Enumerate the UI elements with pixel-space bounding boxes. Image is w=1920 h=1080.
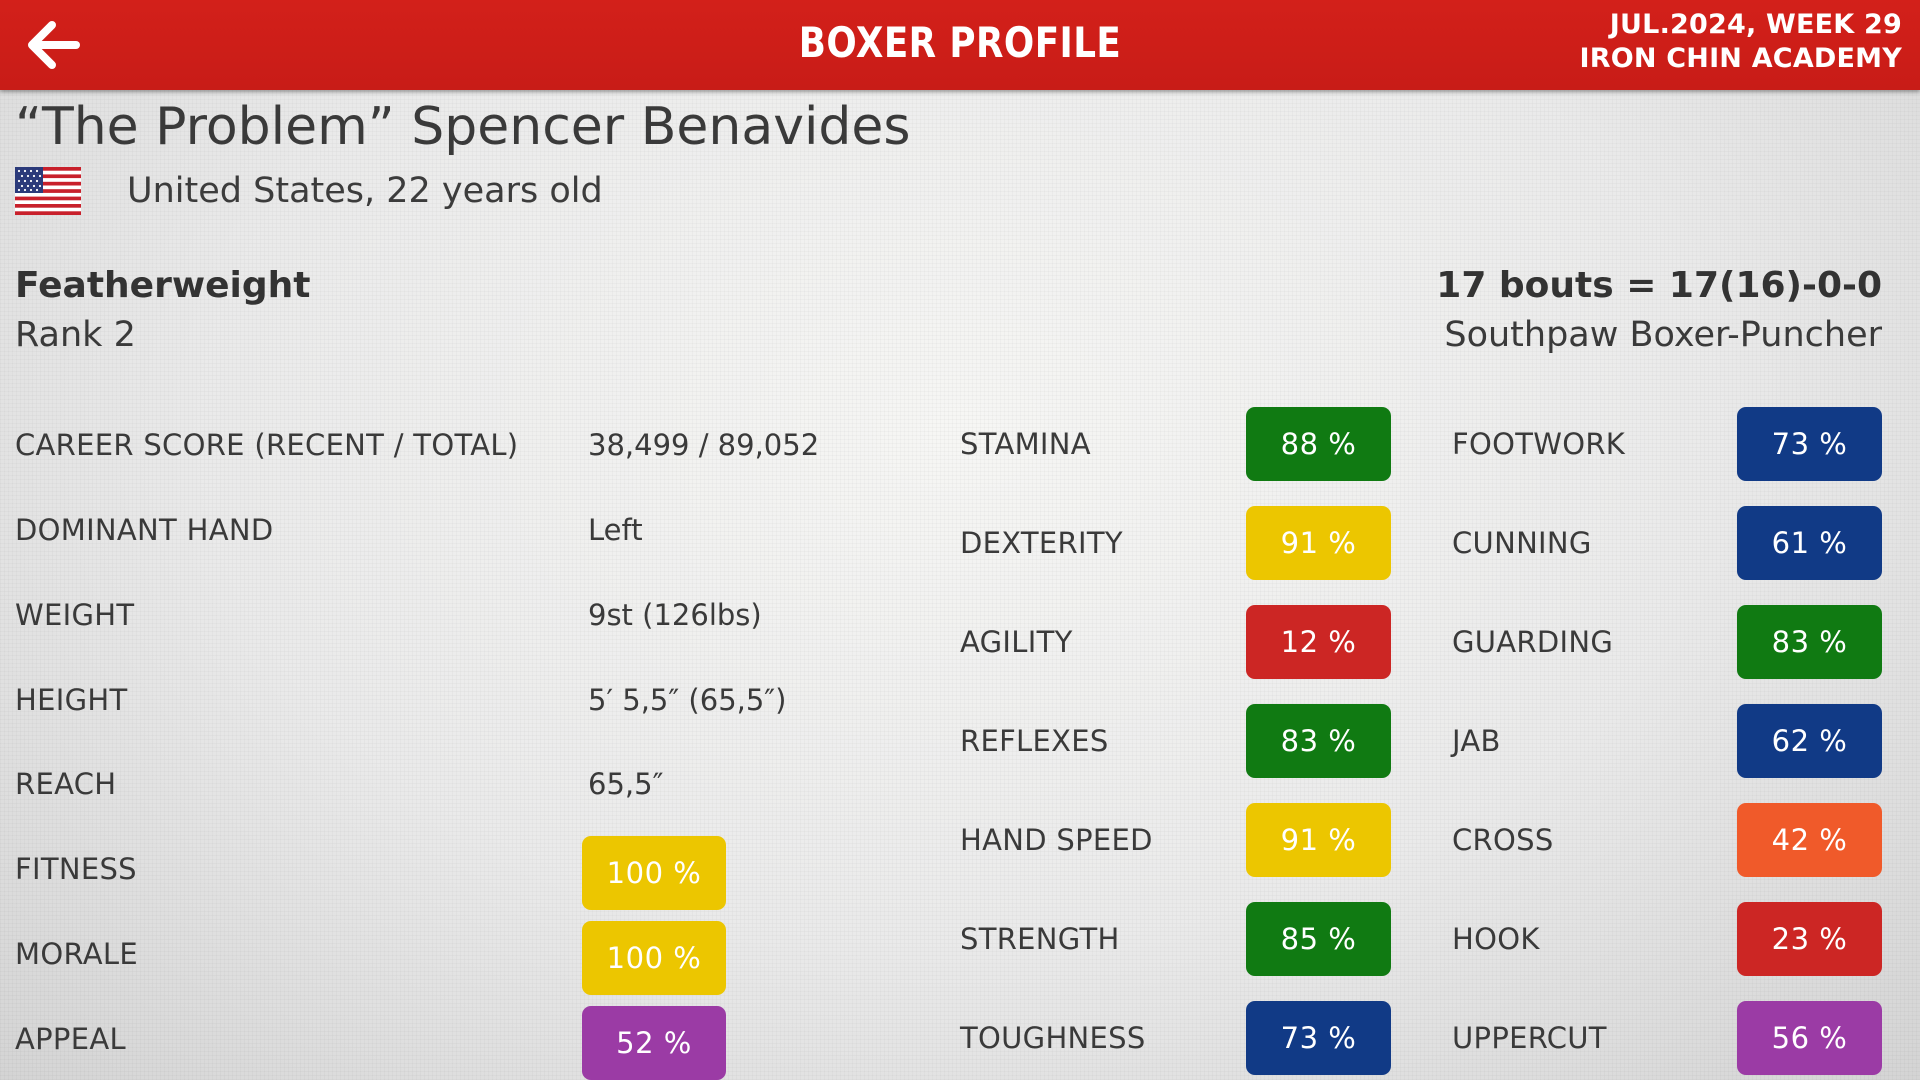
header-bar: BOXER PROFILE JUL.2024, WEEK 29 IRON CHI…: [0, 0, 1920, 90]
info-label: FITNESS: [15, 852, 137, 886]
attribute-label: STRENGTH: [960, 922, 1120, 956]
attribute-badge: 61 %: [1737, 506, 1882, 580]
info-row-reach: REACH 65,5″: [15, 759, 915, 809]
attribute-badge: 73 %: [1246, 1001, 1391, 1075]
attribute-label: JAB: [1452, 724, 1501, 758]
attribute-badge: 42 %: [1737, 803, 1882, 877]
game-date: JUL.2024, WEEK 29: [1609, 9, 1902, 40]
attribute-toughness: TOUGHNESS 73 %: [960, 1001, 1391, 1075]
info-label: CAREER SCORE (RECENT / TOTAL): [15, 428, 519, 462]
attribute-label: TOUGHNESS: [960, 1021, 1146, 1055]
info-row-dominant-hand: DOMINANT HAND Left: [15, 505, 915, 555]
attribute-badge: 62 %: [1737, 704, 1882, 778]
attribute-hook: HOOK 23 %: [1452, 902, 1882, 976]
page-title: BOXER PROFILE: [798, 18, 1122, 67]
attribute-dexterity: DEXTERITY 91 %: [960, 506, 1391, 580]
info-label: APPEAL: [15, 1022, 126, 1056]
rank: Rank 2: [15, 315, 136, 355]
appeal-badge: 52 %: [582, 1006, 726, 1080]
info-value: 38,499 / 89,052: [588, 428, 820, 462]
boxer-name: “The Problem” Spencer Benavides: [15, 97, 911, 157]
attribute-label: FOOTWORK: [1452, 427, 1626, 461]
info-label: WEIGHT: [15, 598, 135, 632]
info-row-height: HEIGHT 5′ 5,5″ (65,5″): [15, 675, 915, 725]
info-value: 9st (126lbs): [588, 598, 762, 632]
attribute-stamina: STAMINA 88 %: [960, 407, 1391, 481]
info-label: REACH: [15, 767, 117, 801]
attribute-cunning: CUNNING 61 %: [1452, 506, 1882, 580]
info-row-morale: MORALE 100 %: [15, 921, 915, 995]
attribute-badge: 83 %: [1737, 605, 1882, 679]
attribute-jab: JAB 62 %: [1452, 704, 1882, 778]
attribute-badge: 85 %: [1246, 902, 1391, 976]
attribute-badge: 56 %: [1737, 1001, 1882, 1075]
us-flag-icon: [15, 167, 81, 215]
attribute-uppercut: UPPERCUT 56 %: [1452, 1001, 1882, 1075]
attribute-badge: 88 %: [1246, 407, 1391, 481]
weight-class: Featherweight: [15, 265, 311, 306]
info-label: DOMINANT HAND: [15, 513, 274, 547]
arrow-left-icon: [28, 21, 80, 69]
attribute-label: STAMINA: [960, 427, 1091, 461]
fitness-badge: 100 %: [582, 836, 726, 910]
nationality-age: United States, 22 years old: [127, 171, 603, 211]
attribute-label: AGILITY: [960, 625, 1073, 659]
attribute-reflexes: REFLEXES 83 %: [960, 704, 1391, 778]
info-value: Left: [588, 513, 643, 547]
fighting-style: Southpaw Boxer-Puncher: [1444, 315, 1882, 355]
attribute-agility: AGILITY 12 %: [960, 605, 1391, 679]
info-value: 65,5″: [588, 767, 664, 801]
info-label: HEIGHT: [15, 683, 128, 717]
attribute-label: GUARDING: [1452, 625, 1614, 659]
attribute-label: UPPERCUT: [1452, 1021, 1607, 1055]
attribute-badge: 73 %: [1737, 407, 1882, 481]
info-row-fitness: FITNESS 100 %: [15, 836, 915, 910]
attribute-label: DEXTERITY: [960, 526, 1123, 560]
info-label: MORALE: [15, 937, 138, 971]
back-button[interactable]: [22, 14, 84, 76]
attribute-badge: 23 %: [1737, 902, 1882, 976]
attribute-footwork: FOOTWORK 73 %: [1452, 407, 1882, 481]
morale-badge: 100 %: [582, 921, 726, 995]
attribute-label: HOOK: [1452, 922, 1540, 956]
attribute-guarding: GUARDING 83 %: [1452, 605, 1882, 679]
attribute-label: CUNNING: [1452, 526, 1592, 560]
attribute-badge: 91 %: [1246, 506, 1391, 580]
attribute-label: HAND SPEED: [960, 823, 1153, 857]
fight-record: 17 bouts = 17(16)-0-0: [1436, 265, 1882, 306]
nationality-row: United States, 22 years old: [15, 166, 603, 216]
attribute-strength: STRENGTH 85 %: [960, 902, 1391, 976]
attribute-hand-speed: HAND SPEED 91 %: [960, 803, 1391, 877]
attribute-badge: 12 %: [1246, 605, 1391, 679]
info-value: 5′ 5,5″ (65,5″): [588, 683, 787, 717]
attribute-label: REFLEXES: [960, 724, 1109, 758]
attribute-badge: 83 %: [1246, 704, 1391, 778]
attribute-badge: 91 %: [1246, 803, 1391, 877]
info-row-career-score: CAREER SCORE (RECENT / TOTAL) 38,499 / 8…: [15, 420, 915, 470]
academy-name: IRON CHIN ACADEMY: [1579, 43, 1902, 74]
info-row-weight: WEIGHT 9st (126lbs): [15, 590, 915, 640]
attribute-label: CROSS: [1452, 823, 1554, 857]
header-meta: JUL.2024, WEEK 29 IRON CHIN ACADEMY: [1579, 8, 1902, 76]
attribute-cross: CROSS 42 %: [1452, 803, 1882, 877]
info-row-appeal: APPEAL 52 %: [15, 1006, 915, 1080]
